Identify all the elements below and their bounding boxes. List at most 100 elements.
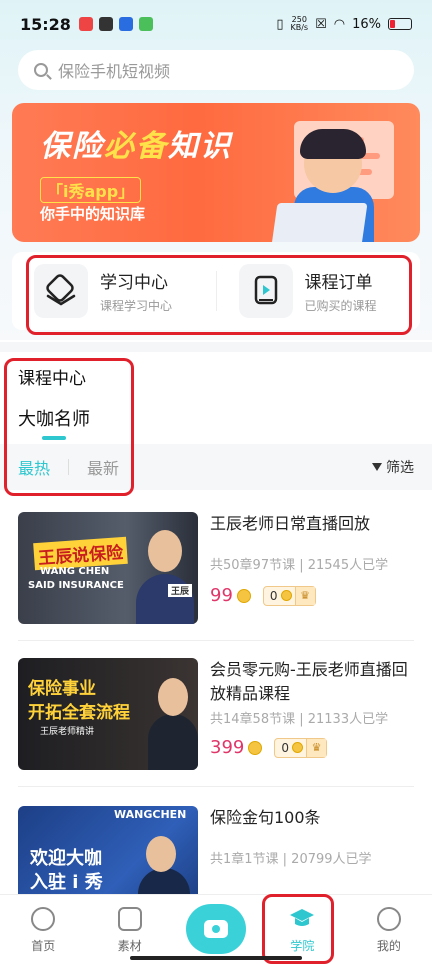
course-center-title: 课程中心 [18, 369, 86, 389]
search-icon [34, 63, 48, 77]
course-name: 会员零元购-王辰老师直播回放精品课程 [210, 660, 408, 703]
crown-icon: ♛ [306, 738, 326, 757]
thumb-subtitle: 入驻 i 秀 [30, 872, 103, 893]
course-info: 会员零元购-王辰老师直播回放精品课程 共14章58节课 | 21133人已学 3… [210, 658, 414, 758]
tab-teacher[interactable]: 大咖名师 [18, 405, 90, 431]
course-orders-entry[interactable]: 课程订单 已购买的课程 [217, 264, 421, 318]
presenter-face [146, 836, 176, 872]
nav-material-label: 素材 [117, 939, 142, 953]
course-meta: 共1章1节课 | 20799人已学 [210, 852, 372, 867]
vip-price: 0 [281, 740, 289, 755]
nav-academy-label: 学院 [290, 939, 315, 953]
course-meta: 共50章97节课 | 21545人已学 [210, 558, 389, 573]
material-icon [117, 907, 142, 931]
app-notification-icon [118, 17, 133, 31]
presenter-face [158, 678, 188, 716]
learning-center-subtitle: 课程学习中心 [100, 299, 173, 313]
search-input[interactable]: 保险手机短视频 [18, 50, 414, 90]
course-orders-title: 课程订单 [304, 273, 373, 293]
vip-price-badge: 0 ♛ [274, 737, 327, 758]
thumb-en-line2: SAID INSURANCE [28, 580, 124, 591]
course-name: 王辰老师日常直播回放 [210, 514, 371, 533]
course-price: 99 [210, 585, 233, 606]
sim-icon: ☒ [315, 16, 327, 32]
search-placeholder: 保险手机短视频 [58, 62, 171, 81]
thumb-title: 保险事业 [28, 679, 96, 699]
vip-price: 0 [269, 588, 278, 603]
divider [68, 459, 70, 475]
app-notification-icon [98, 17, 113, 31]
crown-icon: ♛ [294, 586, 315, 605]
course-meta: 共14章58节课 | 21133人已学 [210, 712, 389, 727]
nav-profile-label: 我的 [376, 939, 401, 953]
learning-center-title: 学习中心 [100, 273, 168, 293]
course-price: 399 [210, 737, 245, 758]
sort-tab-hottest[interactable]: 最热 [18, 455, 50, 479]
teacher-illustration-hair [300, 129, 366, 159]
price-row: 99 0 ♛ [210, 585, 414, 606]
notification-icons [78, 17, 153, 31]
profile-icon [376, 907, 401, 931]
presenter-suit [136, 574, 194, 624]
banner-title-part1: 保险 [40, 129, 104, 164]
course-thumbnail: WANGCHEN 欢迎大咖 入驻 i 秀 [18, 806, 198, 894]
course-card[interactable]: 保险事业 开拓全套流程 王辰老师精讲 会员零元购-王辰老师直播回放精品课程 共1… [18, 658, 414, 770]
coin-icon [248, 740, 263, 755]
course-info: 保险金句100条 共1章1节课 | 20799人已学 [210, 806, 414, 867]
battery-icon [388, 18, 412, 30]
banner-title-part2: 知识 [168, 129, 232, 164]
presenter-suit [138, 868, 190, 894]
home-icon [31, 907, 56, 931]
laptop-illustration [270, 203, 368, 242]
thumb-en-line1: WANG CHEN [40, 566, 110, 577]
network-speed: 250 KB/s [290, 16, 308, 32]
status-right: ▯ 250 KB/s ☒ ◠ 16% [276, 16, 412, 32]
nav-home-label: 首页 [31, 939, 56, 953]
nav-home[interactable]: 首页 [0, 895, 86, 964]
section-separator [0, 342, 432, 352]
status-bar: 15:28 ▯ 250 KB/s ☒ ◠ 16% [0, 0, 432, 48]
nav-profile[interactable]: 我的 [346, 895, 432, 964]
app-notification-icon [138, 17, 153, 31]
course-thumbnail: 保险事业 开拓全套流程 王辰老师精讲 [18, 658, 198, 770]
course-name: 保险金句100条 [210, 808, 321, 827]
course-card[interactable]: WANGCHEN 欢迎大咖 入驻 i 秀 保险金句100条 共1章1节课 | 2… [18, 806, 414, 894]
thumb-subtitle: 开拓全套流程 [28, 703, 130, 723]
thumb-caption: 王辰老师精讲 [40, 727, 95, 737]
network-speed-unit: KB/s [290, 23, 309, 32]
layers-icon [34, 264, 88, 318]
thumb-name-tag: 王辰 [168, 584, 193, 597]
play-order-icon [238, 264, 293, 318]
course-info: 王辰老师日常直播回放 共50章97节课 | 21545人已学 99 0 ♛ [210, 512, 414, 606]
sort-tab-newest[interactable]: 最新 [87, 455, 119, 479]
learning-center-entry[interactable]: 学习中心 课程学习中心 [12, 264, 216, 318]
coin-icon [280, 590, 292, 601]
presenter-suit [148, 714, 198, 770]
filter-button[interactable]: 筛选 [372, 457, 414, 477]
divider [18, 640, 414, 641]
tab-underline [42, 436, 66, 440]
status-time: 15:28 [20, 14, 71, 34]
nav-academy[interactable]: 学院 [259, 895, 345, 964]
coin-icon [236, 588, 251, 603]
vip-price-badge: 0 ♛ [262, 585, 316, 606]
quick-entries: 学习中心 课程学习中心 课程订单 已购买的课程 [12, 252, 420, 330]
course-card[interactable]: 王辰说保险 WANG CHEN SAID INSURANCE 王辰 王辰老师日常… [18, 512, 414, 624]
filter-label: 筛选 [386, 460, 414, 476]
sort-filter-bar: 最热 最新 筛选 [0, 444, 432, 490]
coin-icon [292, 742, 303, 753]
course-orders-subtitle: 已购买的课程 [304, 299, 377, 313]
battery-percent: 16% [352, 16, 381, 32]
price-row: 399 0 ♛ [210, 737, 414, 758]
funnel-icon [372, 463, 382, 471]
course-thumbnail: 王辰说保险 WANG CHEN SAID INSURANCE 王辰 [18, 512, 198, 624]
graduation-cap-icon [288, 907, 316, 931]
nav-material[interactable]: 素材 [86, 895, 172, 964]
camera-button[interactable] [186, 904, 246, 954]
home-indicator [130, 956, 302, 960]
thumb-en-title: WANGCHEN [114, 808, 187, 821]
banner-subtitle: 你手中的知识库 [40, 205, 146, 223]
camera-icon [204, 920, 228, 938]
promo-banner[interactable]: 保险必备知识 「i秀app」 你手中的知识库 [12, 103, 420, 242]
thumb-title: 欢迎大咖 [30, 848, 102, 869]
